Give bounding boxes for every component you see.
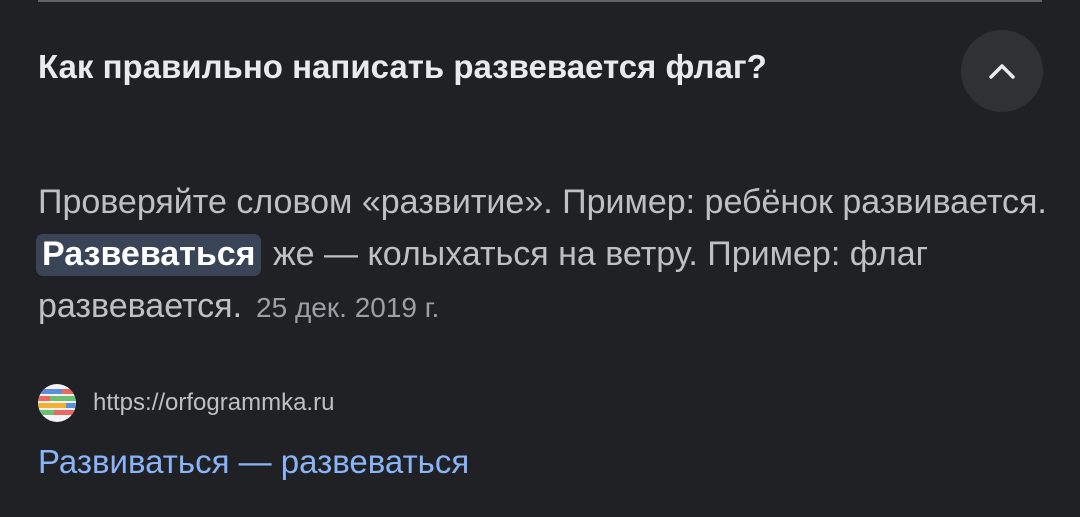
result-link-title[interactable]: Развиваться — развеваться: [38, 443, 469, 481]
answer-text-part1: Проверяйте словом «развитие». Пример: ре…: [38, 183, 1047, 221]
top-divider: [38, 0, 1042, 2]
question-title[interactable]: Как правильно написать развевается флаг?: [38, 48, 767, 86]
chevron-up-icon: [989, 64, 1015, 79]
answer-snippet: Проверяйте словом «развитие». Пример: ре…: [36, 176, 1048, 334]
answer-date: 25 дек. 2019 г.: [256, 292, 440, 323]
collapse-button[interactable]: [961, 30, 1043, 112]
answer-highlight: Развеваться: [36, 234, 262, 276]
source-row[interactable]: https://orfogrammka.ru: [38, 384, 334, 422]
orfogrammka-favicon-icon: [38, 384, 76, 422]
source-url[interactable]: https://orfogrammka.ru: [93, 389, 334, 417]
